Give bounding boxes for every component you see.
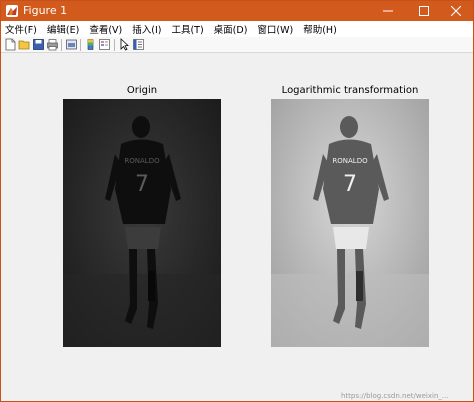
close-button[interactable]	[439, 1, 473, 21]
edit-plot-button[interactable]	[118, 38, 131, 51]
new-figure-button[interactable]	[4, 38, 17, 51]
save-icon	[33, 39, 44, 50]
print-button[interactable]	[46, 38, 59, 51]
link-plot-button[interactable]	[65, 38, 78, 51]
close-icon	[451, 6, 461, 16]
axes-title-log: Logarithmic transformation	[281, 85, 419, 96]
new-figure-icon	[5, 38, 16, 51]
figure-window: Figure 1 文件(F) 编辑(E) 查看(V) 插入(I) 工具(T) 桌…	[0, 0, 474, 402]
edit-plot-arrow-icon	[120, 38, 129, 51]
watermark-text: https://blog.csdn.net/weixin_...	[341, 392, 449, 400]
jersey-number-dark: 7	[135, 172, 149, 197]
window-title: Figure 1	[23, 4, 68, 17]
jersey-name-dark: RONALDO	[124, 157, 160, 165]
insert-colorbar-button[interactable]	[84, 38, 97, 51]
minimize-button[interactable]	[371, 1, 405, 21]
matlab-figure-icon	[6, 5, 18, 17]
insert-legend-icon	[99, 39, 110, 50]
print-icon	[47, 39, 58, 51]
toolbar-separator	[61, 39, 62, 51]
open-file-button[interactable]	[18, 38, 31, 51]
menu-view[interactable]: 查看(V)	[89, 22, 122, 36]
minimize-icon	[383, 10, 393, 12]
maximize-button[interactable]	[407, 1, 441, 21]
menu-tools[interactable]: 工具(T)	[171, 22, 203, 36]
menu-edit[interactable]: 编辑(E)	[47, 22, 79, 36]
image-log-transform[interactable]: RONALDO 7	[271, 99, 429, 347]
property-inspector-button[interactable]	[132, 38, 145, 51]
property-inspector-icon	[133, 39, 144, 50]
insert-legend-button[interactable]	[98, 38, 111, 51]
save-button[interactable]	[32, 38, 45, 51]
jersey-number-bright: 7	[343, 172, 357, 197]
title-bar[interactable]: Figure 1	[1, 1, 473, 21]
menu-desktop[interactable]: 桌面(D)	[214, 22, 248, 36]
menu-insert[interactable]: 插入(I)	[132, 22, 161, 36]
axes-title-origin: Origin	[126, 85, 158, 96]
figure-toolbar	[1, 37, 473, 53]
toolbar-separator	[114, 39, 115, 51]
toolbar-separator	[80, 39, 81, 51]
link-plot-icon	[66, 39, 77, 50]
image-origin[interactable]: RONALDO 7	[63, 99, 221, 347]
menu-window[interactable]: 窗口(W)	[257, 22, 293, 36]
jersey-name-bright: RONALDO	[332, 157, 368, 165]
insert-colorbar-icon	[87, 39, 94, 50]
menu-bar: 文件(F) 编辑(E) 查看(V) 插入(I) 工具(T) 桌面(D) 窗口(W…	[1, 21, 473, 37]
maximize-icon	[419, 6, 429, 16]
menu-file[interactable]: 文件(F)	[5, 22, 37, 36]
open-file-icon	[18, 40, 30, 50]
menu-help[interactable]: 帮助(H)	[303, 22, 337, 36]
